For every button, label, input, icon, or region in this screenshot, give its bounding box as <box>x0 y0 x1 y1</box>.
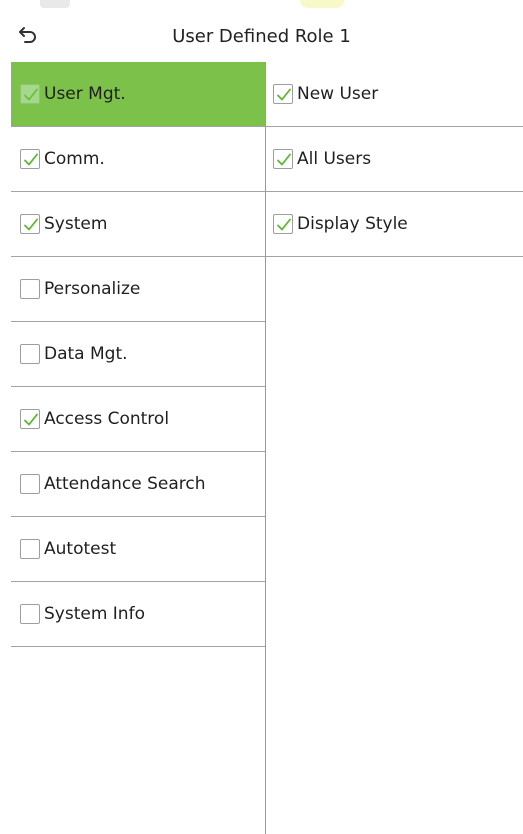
category-label: System Info <box>44 604 145 624</box>
checkbox[interactable] <box>20 409 40 429</box>
permission-subitem-list: New User All Users Display Style <box>266 62 523 834</box>
category-label: User Mgt. <box>44 84 126 104</box>
header-bar: User Defined Role 1 <box>0 12 523 62</box>
category-item-personalize[interactable]: Personalize <box>11 257 265 322</box>
category-item-autotest[interactable]: Autotest <box>11 517 265 582</box>
subitem-label: New User <box>297 84 379 104</box>
checkbox[interactable] <box>273 214 293 234</box>
checkmark-icon <box>24 153 38 166</box>
role-permissions-screen: User Defined Role 1 User Mgt. Comm. Syst… <box>0 0 523 834</box>
category-item-data-mgt[interactable]: Data Mgt. <box>11 322 265 387</box>
checkbox[interactable] <box>20 279 40 299</box>
checkmark-icon <box>24 218 38 231</box>
checkmark-icon <box>277 88 291 101</box>
category-item-comm[interactable]: Comm. <box>11 127 265 192</box>
checkbox[interactable] <box>20 539 40 559</box>
permission-category-list: User Mgt. Comm. System Personalize Data … <box>11 62 266 834</box>
category-item-access-control[interactable]: Access Control <box>11 387 265 452</box>
category-label: Comm. <box>44 149 105 169</box>
checkmark-icon <box>24 88 38 101</box>
checkbox[interactable] <box>20 344 40 364</box>
subitem-all-users[interactable]: All Users <box>266 127 523 192</box>
category-item-system[interactable]: System <box>11 192 265 257</box>
checkbox[interactable] <box>273 84 293 104</box>
subitem-new-user[interactable]: New User <box>266 62 523 127</box>
checkbox[interactable] <box>20 474 40 494</box>
back-button[interactable] <box>14 24 42 50</box>
category-label: Autotest <box>44 539 117 559</box>
checkbox[interactable] <box>20 84 40 104</box>
category-label: Data Mgt. <box>44 344 128 364</box>
subitem-display-style[interactable]: Display Style <box>266 192 523 257</box>
top-edge-mark <box>40 0 70 8</box>
category-item-system-info[interactable]: System Info <box>11 582 265 647</box>
subitem-label: Display Style <box>297 214 408 234</box>
checkbox[interactable] <box>20 604 40 624</box>
category-item-user-mgt[interactable]: User Mgt. <box>11 62 265 127</box>
checkmark-icon <box>24 413 38 426</box>
page-title: User Defined Role 1 <box>172 26 351 47</box>
checkbox[interactable] <box>273 149 293 169</box>
category-label: Attendance Search <box>44 474 206 494</box>
category-label: Access Control <box>44 409 170 429</box>
left-edge-strip <box>0 62 11 834</box>
category-item-attendance-search[interactable]: Attendance Search <box>11 452 265 517</box>
category-label: System <box>44 214 108 234</box>
top-edge-highlight <box>300 0 344 8</box>
back-arrow-icon <box>17 25 39 49</box>
category-label: Personalize <box>44 279 141 299</box>
checkmark-icon <box>277 218 291 231</box>
checkmark-icon <box>277 153 291 166</box>
checkbox[interactable] <box>20 214 40 234</box>
subitem-label: All Users <box>297 149 372 169</box>
checkbox[interactable] <box>20 149 40 169</box>
